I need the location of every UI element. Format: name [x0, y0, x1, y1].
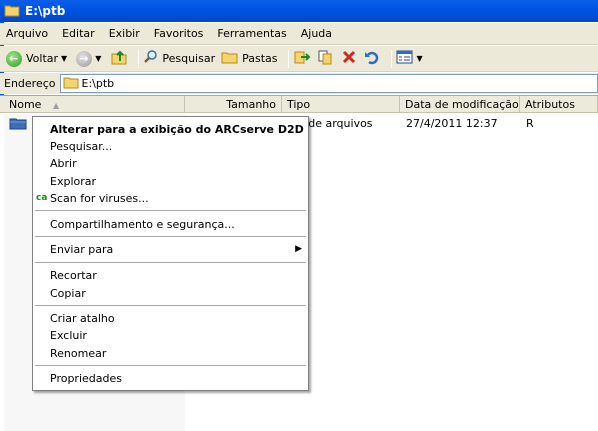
menu-item-propriedades[interactable]: Propriedades — [33, 370, 308, 387]
views-dropdown-icon[interactable]: ▼ — [417, 54, 423, 63]
column-header-atributos[interactable]: Atributos — [520, 96, 598, 113]
menu-item-compartilhamento[interactable]: Compartilhamento e segurança... — [33, 216, 308, 233]
search-label: Pesquisar — [162, 52, 215, 65]
folders-label: Pastas — [242, 52, 277, 65]
folders-icon — [221, 49, 239, 68]
undo-icon — [363, 49, 381, 68]
menu-editar[interactable]: Editar — [62, 27, 95, 40]
address-field[interactable]: E:\ptb — [60, 74, 598, 93]
folder-icon — [4, 3, 20, 20]
up-folder-icon — [110, 49, 128, 68]
views-button[interactable]: ▼ — [396, 48, 426, 70]
forward-icon: → — [76, 51, 92, 67]
copy-to-icon — [317, 49, 335, 68]
move-to-icon — [293, 49, 311, 68]
address-bar: Endereço E:\ptb — [0, 73, 598, 94]
search-icon — [143, 49, 159, 68]
back-dropdown-icon[interactable]: ▼ — [61, 54, 67, 63]
menu-item-criar-atalho[interactable]: Criar atalho — [33, 310, 308, 327]
undo-button[interactable] — [363, 48, 381, 70]
menu-ajuda[interactable]: Ajuda — [301, 27, 332, 40]
title-bar[interactable]: E:\ptb — [0, 0, 598, 22]
folder-icon — [63, 75, 79, 92]
context-menu: Alterar para a exibição do ARCserve D2D … — [32, 116, 309, 391]
file-attributes: R — [526, 117, 534, 130]
copy-to-button[interactable] — [317, 48, 335, 70]
menu-item-recortar[interactable]: Recortar — [33, 267, 308, 284]
toolbar: ← Voltar ▼ → ▼ Pesquisar Pastas — [0, 46, 598, 72]
menu-item-scan-label: Scan for viruses... — [50, 192, 149, 205]
folder-icon — [9, 116, 27, 133]
menu-exibir[interactable]: Exibir — [109, 27, 140, 40]
forward-button[interactable]: → ▼ — [76, 48, 104, 70]
toolbar-separator — [288, 50, 289, 68]
menu-separator — [35, 365, 306, 366]
move-to-button[interactable] — [293, 48, 311, 70]
menu-item-enviar-para[interactable]: Enviar para ▶ — [33, 241, 308, 258]
menu-item-scan[interactable]: ca Scan for viruses... — [33, 190, 308, 207]
menu-item-pesquisar[interactable]: Pesquisar... — [33, 138, 308, 155]
menu-separator — [35, 262, 306, 263]
up-folder-button[interactable] — [110, 48, 128, 70]
menu-item-arcserve-view[interactable]: Alterar para a exibição do ARCserve D2D — [33, 121, 308, 138]
file-modified: 27/4/2011 12:37 — [406, 117, 498, 130]
scan-icon: ca — [36, 193, 47, 203]
toolbar-separator — [138, 50, 139, 68]
menu-favoritos[interactable]: Favoritos — [154, 27, 204, 40]
forward-dropdown-icon[interactable]: ▼ — [95, 54, 101, 63]
address-label: Endereço — [4, 77, 56, 90]
menu-item-explorar[interactable]: Explorar — [33, 173, 308, 190]
folders-button[interactable]: Pastas — [221, 48, 277, 70]
column-header-row: Nome ▲ Tamanho Tipo Data de modificação … — [0, 96, 598, 113]
menu-separator — [35, 236, 306, 237]
menu-item-renomear[interactable]: Renomear — [33, 345, 308, 362]
column-header-tamanho[interactable]: Tamanho — [185, 96, 282, 113]
submenu-arrow-icon: ▶ — [295, 244, 302, 254]
search-button[interactable]: Pesquisar — [143, 48, 215, 70]
back-icon: ← — [6, 51, 22, 67]
column-header-data[interactable]: Data de modificação — [400, 96, 520, 113]
menu-item-excluir[interactable]: Excluir — [33, 327, 308, 344]
menu-ferramentas[interactable]: Ferramentas — [217, 27, 286, 40]
menu-item-enviar-para-label: Enviar para — [50, 243, 113, 256]
sort-ascending-icon: ▲ — [53, 101, 59, 110]
menu-separator — [35, 210, 306, 211]
menu-separator — [35, 305, 306, 306]
window-title: E:\ptb — [25, 4, 65, 18]
back-label: Voltar — [26, 52, 58, 65]
menu-arquivo[interactable]: Arquivo — [6, 27, 48, 40]
delete-button[interactable] — [341, 48, 357, 70]
back-button[interactable]: ← Voltar ▼ — [6, 48, 70, 70]
views-icon — [396, 49, 414, 68]
column-header-label: Nome — [9, 98, 41, 111]
menu-bar: Arquivo Editar Exibir Favoritos Ferramen… — [0, 23, 598, 45]
delete-icon — [341, 49, 357, 68]
address-value: E:\ptb — [82, 77, 115, 90]
file-type: a de arquivos — [298, 117, 373, 130]
menu-item-copiar[interactable]: Copiar — [33, 285, 308, 302]
column-header-tipo[interactable]: Tipo — [282, 96, 400, 113]
column-header-nome[interactable]: Nome ▲ — [4, 96, 185, 113]
toolbar-separator — [391, 50, 392, 68]
menu-item-abrir[interactable]: Abrir — [33, 155, 308, 172]
